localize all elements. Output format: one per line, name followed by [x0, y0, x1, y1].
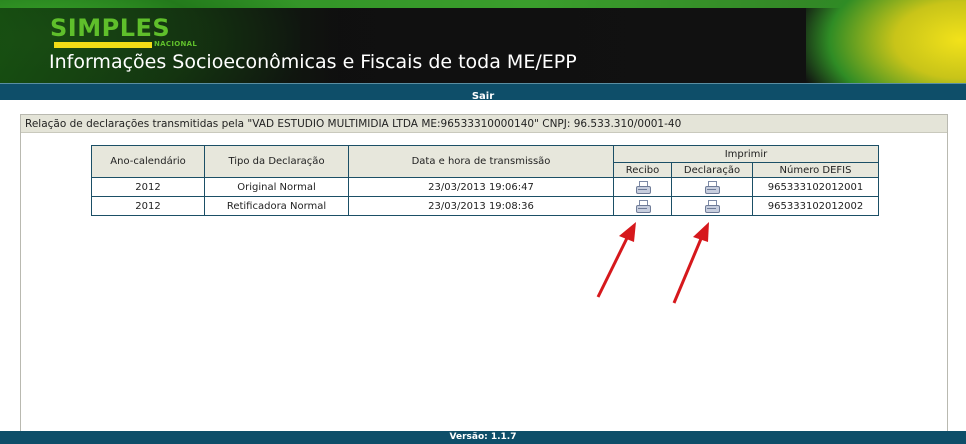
red-arrow-icon — [672, 222, 709, 304]
annotation-arrows — [596, 222, 709, 304]
red-arrow-icon — [596, 222, 636, 298]
version-footer: Versão: 1.1.7 — [0, 431, 966, 444]
